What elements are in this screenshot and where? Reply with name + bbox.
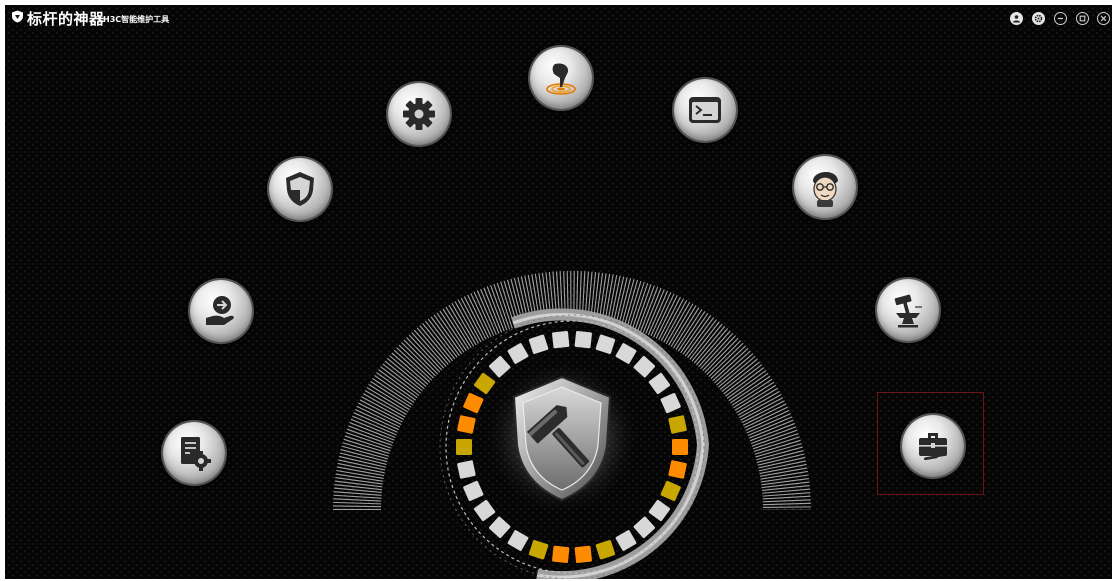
dial-segment bbox=[648, 499, 670, 522]
dial-segment bbox=[474, 499, 496, 522]
dial-segment bbox=[507, 343, 529, 364]
dial-segment bbox=[660, 480, 681, 501]
dial-segment bbox=[633, 356, 655, 378]
dial-segment bbox=[507, 530, 529, 551]
dial-segment bbox=[463, 393, 484, 414]
dial-segment bbox=[552, 330, 570, 349]
dial-segment bbox=[457, 460, 476, 479]
dial-segment bbox=[528, 540, 549, 560]
dial-segment bbox=[528, 334, 549, 354]
engineer-avatar-icon[interactable] bbox=[794, 156, 856, 218]
dial-segment bbox=[463, 480, 484, 501]
export-hand-icon[interactable] bbox=[190, 280, 252, 342]
touch-target-icon[interactable] bbox=[530, 47, 592, 109]
dial-segment bbox=[457, 415, 476, 434]
dial-segment bbox=[489, 356, 511, 378]
config-document-icon[interactable] bbox=[163, 422, 225, 484]
security-shield-icon[interactable] bbox=[269, 158, 331, 220]
main-window: 标杆的神器 H3C智能维护工具 bbox=[5, 5, 1112, 579]
toolbox-icon[interactable] bbox=[902, 415, 964, 477]
dial-segment bbox=[615, 343, 637, 364]
dial-segment bbox=[474, 372, 496, 395]
dial-segment bbox=[672, 439, 688, 455]
dial-segment bbox=[668, 415, 687, 434]
dial-segment bbox=[633, 516, 655, 538]
terminal-icon[interactable] bbox=[674, 79, 736, 141]
dial-segment bbox=[489, 516, 511, 538]
dial-segment bbox=[668, 460, 687, 479]
dial-segment bbox=[648, 372, 670, 395]
dial-segment bbox=[456, 439, 472, 455]
dial-segment bbox=[615, 530, 637, 551]
settings-gear-icon[interactable] bbox=[388, 83, 450, 145]
dial-segment bbox=[595, 334, 616, 354]
dial-segment bbox=[660, 393, 681, 414]
dial-segment bbox=[574, 545, 592, 564]
dial-segment bbox=[552, 545, 570, 564]
dial-segment bbox=[595, 540, 616, 560]
dial-segment bbox=[574, 330, 592, 349]
hammer-anvil-icon[interactable] bbox=[877, 279, 939, 341]
